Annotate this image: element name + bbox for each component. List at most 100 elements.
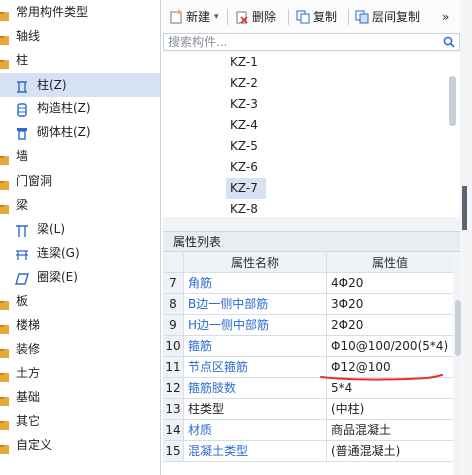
toolbar-divider [348, 9, 349, 25]
property-name: 材质 [184, 420, 327, 441]
tree-category[interactable]: 门窗洞 [0, 169, 160, 193]
component-list-item[interactable]: KZ-4 [226, 115, 330, 136]
right-scrollbar-thumb[interactable] [462, 186, 467, 230]
tree-label: 其它 [16, 414, 41, 428]
property-name: 节点区箍筋 [184, 357, 327, 378]
tree-label: 砌体柱(Z) [37, 125, 91, 139]
folder-icon [0, 343, 10, 358]
component-list-item[interactable]: KZ-1 [226, 52, 330, 73]
folder-icon [0, 391, 10, 406]
copy-label: 复制 [313, 10, 338, 24]
tree-category[interactable]: 装修 [0, 337, 160, 361]
row-number: 9 [163, 315, 184, 336]
coupling-beam-icon [15, 246, 29, 260]
component-list-item[interactable]: KZ-8 [226, 199, 330, 217]
search-icon[interactable] [443, 36, 455, 48]
property-value[interactable]: (普通混凝土) [327, 441, 453, 462]
tree-category[interactable]: 板 [0, 289, 160, 313]
folder-icon [0, 319, 10, 334]
property-value[interactable]: 4Φ20 [327, 273, 453, 294]
property-value[interactable]: Φ10@100/200(5*4) [327, 336, 453, 357]
tree-item[interactable]: 连梁(G) [0, 241, 160, 265]
tree-item[interactable]: 砌体柱(Z) [0, 120, 160, 144]
property-name: 箍筋肢数 [184, 378, 327, 399]
tree-category[interactable]: 墙 [0, 144, 160, 168]
tree-category[interactable]: 自定义 [0, 433, 160, 457]
tree-item[interactable]: 柱(Z) [0, 73, 160, 97]
toolbar-divider [227, 9, 228, 25]
component-list-item[interactable]: KZ-7 [226, 178, 266, 199]
search-box [163, 33, 460, 51]
property-row[interactable]: 13 柱类型 (中柱) [163, 399, 453, 420]
row-number: 13 [163, 399, 184, 420]
row-number: 11 [163, 357, 184, 378]
copy-icon [296, 10, 310, 24]
component-tree: 常用构件类型轴线柱柱(Z) 构造柱(Z) 砌体柱(Z) 墙门窗洞梁梁(L) 连梁(G) 圈… [0, 0, 161, 475]
property-scrollbar[interactable] [455, 300, 461, 356]
new-button[interactable]: 新建 ▾ [169, 8, 219, 26]
property-row[interactable]: 7 角筋 4Φ20 [163, 273, 453, 294]
row-number: 12 [163, 378, 184, 399]
tree-label: 常用构件类型 [16, 5, 89, 19]
tree-category[interactable]: 轴线 [0, 24, 160, 48]
tree-category[interactable]: 楼梯 [0, 313, 160, 337]
property-value[interactable]: 2Φ20 [327, 315, 453, 336]
property-value[interactable]: (中柱) [327, 399, 453, 420]
property-value[interactable]: 3Φ20 [327, 294, 453, 315]
tree-category[interactable]: 其它 [0, 409, 160, 433]
tree-category[interactable]: 梁 [0, 193, 160, 217]
tree-label: 墙 [16, 149, 29, 163]
component-list-item[interactable]: KZ-5 [226, 136, 330, 157]
tree-item[interactable]: 梁(L) [0, 217, 160, 241]
property-row[interactable]: 10 箍筋 Φ10@100/200(5*4) [163, 336, 453, 357]
property-name: B边一侧中部筋 [184, 294, 327, 315]
property-name: H边一侧中部筋 [184, 315, 327, 336]
overflow-icon: » [442, 10, 450, 24]
search-input[interactable] [164, 34, 438, 50]
row-number: 14 [163, 420, 184, 441]
property-row[interactable]: 9 H边一侧中部筋 2Φ20 [163, 315, 453, 336]
tree-label: 连梁(G) [37, 246, 80, 260]
right-scrollbar-track[interactable] [460, 0, 472, 475]
list-scrollbar[interactable] [449, 76, 456, 126]
tree-label: 装修 [16, 342, 41, 356]
tree-item[interactable]: 构造柱(Z) [0, 96, 160, 120]
copy-button[interactable]: 复制 [296, 8, 337, 26]
delete-icon [236, 11, 248, 24]
property-value[interactable]: 商品混凝土 [327, 420, 453, 441]
beam-icon [15, 222, 29, 237]
toolbar-overflow-button[interactable]: » [442, 8, 449, 26]
tree-label: 自定义 [16, 438, 53, 452]
tree-label: 梁 [16, 198, 29, 212]
floor-copy-button[interactable]: 层间复制 [355, 8, 420, 26]
row-number: 15 [163, 441, 184, 462]
component-list-item[interactable]: KZ-3 [226, 94, 330, 115]
new-dropdown-icon[interactable]: ▾ [214, 8, 219, 26]
folder-icon [0, 6, 10, 21]
tree-item[interactable]: 圈梁(E) [0, 265, 160, 289]
component-list-item[interactable]: KZ-2 [226, 73, 330, 94]
property-row[interactable]: 15 混凝土类型 (普通混凝土) [163, 441, 453, 462]
property-panel-header: 属性列表 [163, 231, 460, 252]
property-row[interactable]: 8 B边一侧中部筋 3Φ20 [163, 294, 453, 315]
new-icon [170, 10, 182, 24]
masonry-column-icon [15, 125, 29, 140]
tree-label: 基础 [16, 390, 41, 404]
floor-copy-label: 层间复制 [372, 10, 421, 24]
toolbar-divider [288, 9, 289, 25]
delete-button[interactable]: 删除 [235, 8, 276, 26]
tree-label: 门窗洞 [16, 174, 53, 188]
property-name-header: 属性名称 [184, 253, 327, 273]
row-number: 10 [163, 336, 184, 357]
row-number: 7 [163, 273, 184, 294]
tree-label: 板 [16, 294, 29, 308]
constructional-column-icon [15, 101, 29, 117]
tree-category[interactable]: 基础 [0, 385, 160, 409]
folder-icon [0, 54, 10, 69]
tree-category[interactable]: 常用构件类型 [0, 0, 160, 24]
property-value-header: 属性值 [327, 253, 453, 273]
component-list-item[interactable]: KZ-6 [226, 157, 330, 178]
tree-category[interactable]: 柱 [0, 48, 160, 72]
tree-category[interactable]: 土方 [0, 361, 160, 385]
property-row[interactable]: 14 材质 商品混凝土 [163, 420, 453, 441]
